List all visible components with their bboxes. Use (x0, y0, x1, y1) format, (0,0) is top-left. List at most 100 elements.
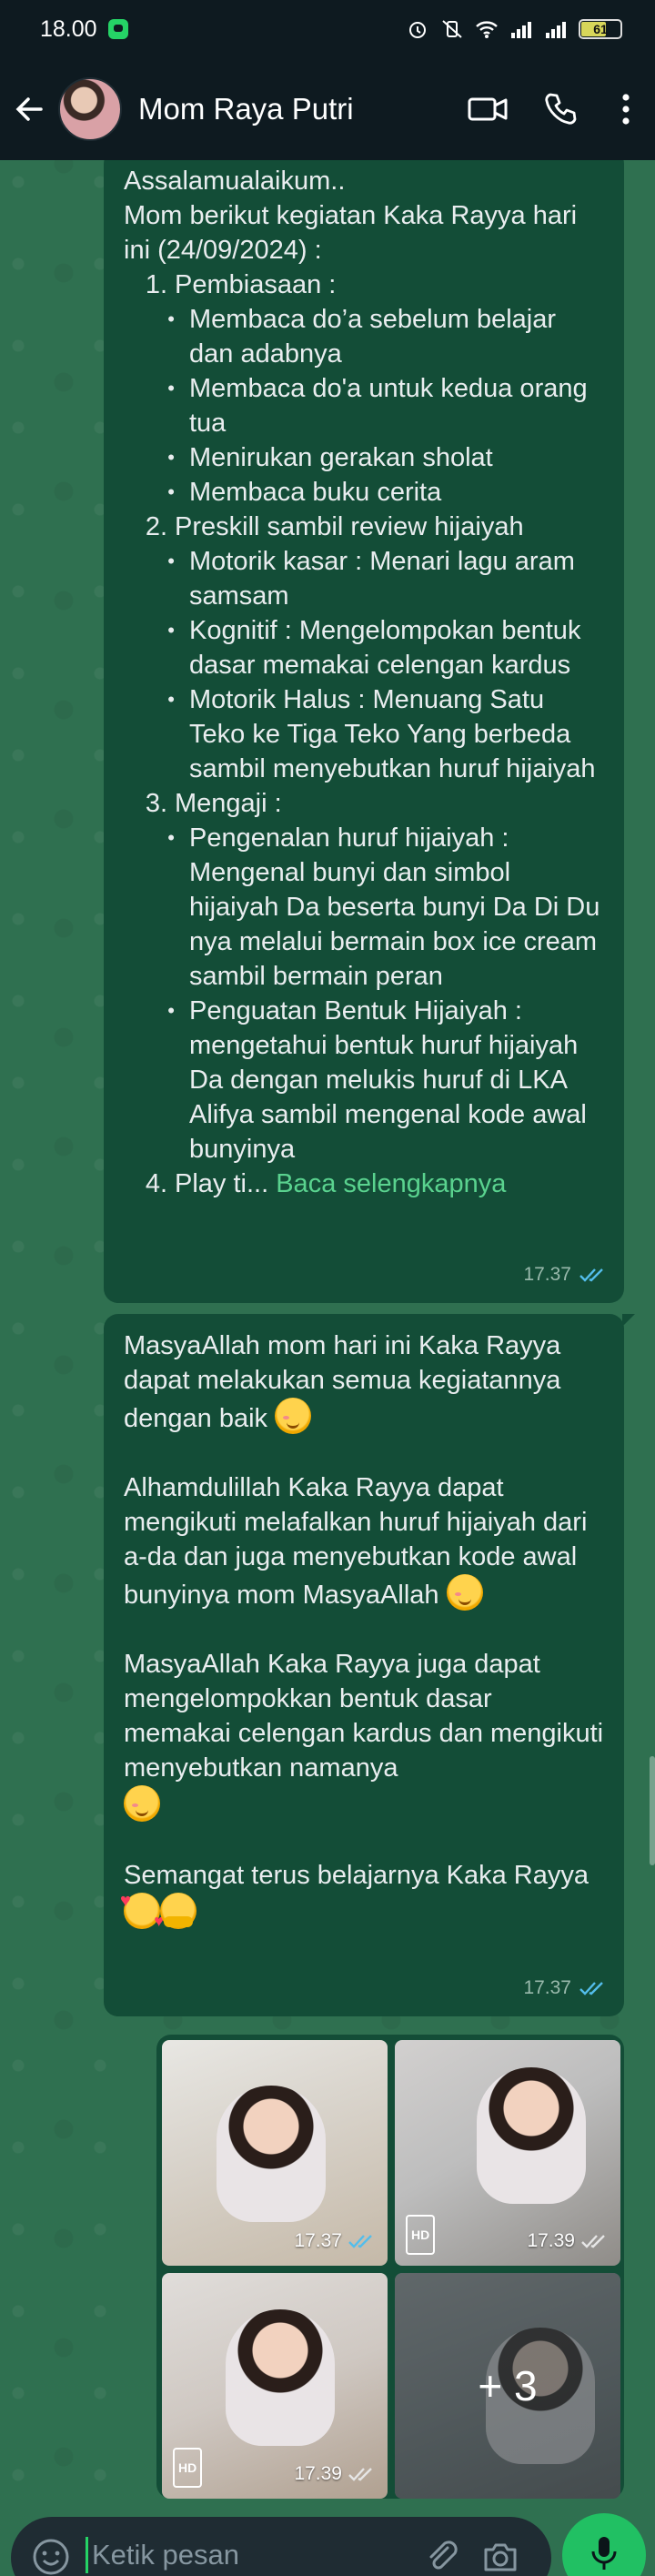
hd-badge: HD (173, 2448, 203, 2488)
hugging-face-emoji-icon (160, 1893, 196, 1929)
message-list-item-truncated: 4. Play ti... Baca selengkapnya (124, 1167, 604, 1201)
more-photos-count: + 3 (478, 2362, 538, 2409)
list-number: 3. (145, 789, 167, 818)
voice-message-button[interactable] (562, 2513, 646, 2576)
list-text: Pembiasaan : (175, 270, 337, 299)
list-number: 4. (145, 1169, 167, 1198)
scrollbar[interactable] (650, 1756, 655, 1865)
smiling-blush-emoji-icon (446, 1574, 483, 1611)
photo-content (477, 2067, 586, 2204)
list-number: 2. (145, 512, 167, 541)
photo-content (217, 2086, 326, 2222)
paragraph-text: MasyaAllah mom hari ini Kaka Rayya dapat… (124, 1331, 569, 1433)
camera-icon[interactable] (480, 2537, 520, 2576)
read-ticks-icon (581, 2235, 605, 2248)
media-meta: 17.37 (294, 2224, 377, 2258)
bullet-text: Motorik Halus : Menuang Satu Teko ke Tig… (189, 685, 596, 783)
bullet-dot: • (167, 826, 175, 849)
status-icons: 61 (406, 18, 622, 40)
media-meta: 17.39 (527, 2224, 610, 2258)
read-ticks-icon (348, 2235, 372, 2248)
media-time: 17.39 (294, 2463, 342, 2484)
vibrate-off-icon (442, 20, 462, 38)
contact-name[interactable]: Mom Raya Putri (138, 92, 354, 126)
back-button[interactable] (0, 58, 58, 160)
status-time: 18.00 (40, 15, 97, 42)
message-bullet-item: • Menirukan gerakan sholat (124, 440, 604, 475)
notification-app-icon (107, 19, 128, 39)
message-list-item: 2. Preskill sambil review hijaiyah (124, 510, 604, 544)
wifi-icon (476, 21, 498, 38)
battery-icon: 61 (579, 19, 622, 39)
list-text: Play ti... Baca selengkapnya (175, 1167, 506, 1201)
bullet-text: Membaca do’a sebelum belajar dan adabnya (189, 305, 556, 369)
signal-1-icon (511, 22, 531, 38)
bullet-text: Motorik kasar : Menari lagu aram samsam (189, 547, 575, 611)
photo-thumbnail-more[interactable]: + 3 (395, 2273, 620, 2499)
message-bullet-item: • Motorik Halus : Menuang Satu Teko ke Ti… (124, 682, 604, 786)
more-options-button[interactable] (597, 58, 655, 160)
bullet-dot: • (167, 688, 175, 711)
message-body: Assalamualaikum.. Mom berikut kegiatan Ka… (124, 164, 604, 1167)
bullet-dot: • (167, 999, 175, 1022)
message-paragraph: MasyaAllah Kaka Rayya juga dapat mengelo… (124, 1647, 604, 1823)
chat-header: Mom Raya Putri (0, 58, 655, 160)
message-meta: 17.37 (523, 1258, 608, 1292)
media-grid: 17.37 HD 17.39 HD 17.39 + 3 (162, 2040, 620, 2499)
bullet-dot: • (167, 480, 175, 503)
message-bullet-item: • Penguatan Bentuk Hijaiyah : mengetahui … (124, 994, 604, 1167)
bullet-text: Kognitif : Mengelompokan bentuk dasar me… (189, 616, 581, 680)
photo-thumbnail[interactable]: 17.37 (162, 2040, 388, 2266)
photo-thumbnail[interactable]: HD 17.39 (395, 2040, 620, 2266)
message-paragraph: Semangat terus belajarnya Kaka Rayya (120, 1858, 604, 1938)
smiling-blush-emoji-icon (124, 1785, 160, 1822)
message-paragraph: MasyaAllah mom hari ini Kaka Rayya dapat… (124, 1328, 604, 1436)
outgoing-media-album[interactable]: 17.37 HD 17.39 HD 17.39 + 3 (156, 2035, 624, 2499)
back-arrow-icon (15, 97, 43, 121)
read-ticks-icon (348, 2468, 372, 2481)
message-text-line: Assalamualaikum.. (124, 167, 346, 196)
list-number: 1. (145, 270, 167, 299)
bullet-dot: • (167, 619, 175, 641)
outgoing-message-activities[interactable]: Assalamualaikum.. Mom berikut kegiatan Ka… (104, 149, 624, 1303)
outgoing-message-report[interactable]: MasyaAllah mom hari ini Kaka Rayya dapat… (104, 1314, 635, 2016)
paperclip-icon[interactable] (422, 2537, 462, 2576)
video-camera-icon (468, 97, 508, 121)
media-time: 17.39 (527, 2230, 575, 2251)
smiling-blush-emoji-icon (275, 1398, 312, 1434)
contact-avatar[interactable] (58, 77, 122, 141)
media-time: 17.37 (294, 2230, 342, 2251)
truncated-text: Play ti... (175, 1169, 269, 1198)
read-ticks-icon (579, 1268, 603, 1282)
paragraph-text: Semangat terus belajarnya Kaka Rayya (124, 1861, 590, 1890)
photo-thumbnail[interactable]: HD 17.39 (162, 2273, 388, 2499)
smiling-face-with-hearts-emoji-icon (120, 1884, 164, 1938)
bullet-text: Pengenalan huruf hijaiyah : Mengenal bun… (189, 823, 600, 991)
message-list-item: 1. Pembiasaan : (124, 268, 604, 302)
list-text: Preskill sambil review hijaiyah (175, 512, 524, 541)
message-time: 17.37 (523, 1977, 571, 1998)
message-bullet-item: • Kognitif : Mengelompokan bentuk dasar m… (124, 613, 604, 682)
header-actions (451, 58, 655, 160)
bullet-dot: • (167, 550, 175, 572)
message-time: 17.37 (523, 1264, 571, 1285)
voice-call-button[interactable] (524, 58, 597, 160)
alarm-icon (409, 22, 426, 38)
emoji-icon[interactable] (31, 2537, 71, 2576)
video-call-button[interactable] (451, 58, 524, 160)
message-bullet-item: • Pengenalan huruf hijaiyah : Mengenal bu… (124, 821, 604, 994)
read-more-link[interactable]: Baca selengkapnya (276, 1169, 506, 1198)
message-meta: 17.37 (523, 1971, 608, 2005)
bullet-dot: • (167, 446, 175, 469)
message-bullet-item: • Motorik kasar : Menari lagu aram samsam (124, 544, 604, 613)
chat-messages[interactable]: Assalamualaikum.. Mom berikut kegiatan Ka… (0, 149, 655, 2499)
message-bullet-item: • Membaca do’a sebelum belajar dan adabny… (124, 302, 604, 371)
bullet-dot: • (167, 308, 175, 330)
message-paragraph: Alhamdulillah Kaka Rayya dapat mengikuti… (124, 1470, 604, 1612)
read-ticks-icon (579, 1982, 603, 1995)
message-input[interactable] (86, 2537, 395, 2573)
bullet-dot: • (167, 377, 175, 399)
paragraph-text: MasyaAllah Kaka Rayya juga dapat mengelo… (124, 1650, 611, 1783)
message-bullet-item: • Membaca buku cerita (124, 475, 604, 510)
message-bullet-item: • Membaca do'a untuk kedua orang tua (124, 371, 604, 440)
